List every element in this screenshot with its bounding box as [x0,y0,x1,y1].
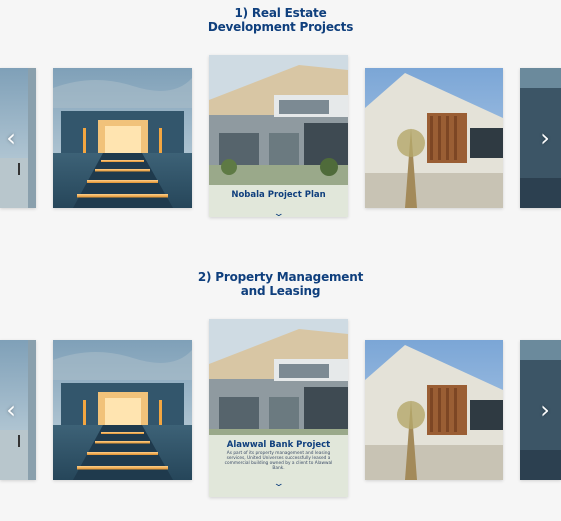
carousel-slide-active[interactable]: Nobala Project Plan ⌄ [209,55,348,217]
chevron-left-icon: ‹ [6,124,16,152]
slide-image [365,340,503,480]
slide-caption-description: As part of its property management and l… [224,451,333,471]
carousel-slide[interactable] [365,68,503,208]
chevron-right-icon: › [540,124,550,152]
carousel-prev-button[interactable]: ‹ [0,396,22,424]
carousel-next-button[interactable]: › [534,124,556,152]
carousel-slide[interactable] [53,340,192,480]
slide-image [53,340,192,480]
slide-caption-title: Nobala Project Plan [231,190,326,200]
carousel-slide[interactable] [53,68,192,208]
section-title-line2: Development Projects [207,19,354,34]
expand-caption-button[interactable]: ⌄ [209,201,348,218]
slide-image [365,68,503,208]
section-title-property-management: 2) Property Management and Leasing [0,270,561,298]
carousel-next-button[interactable]: › [534,396,556,424]
section-title-line2: and Leasing [240,283,321,298]
carousel-slide-active[interactable]: Alawwal Bank Project As part of its prop… [209,319,348,497]
slide-caption-title: Alawwal Bank Project [226,440,331,450]
carousel-slide[interactable] [365,340,503,480]
chevron-right-icon: › [540,396,550,424]
chevron-down-icon: ⌄ [272,209,285,218]
section-title-line1: 2) Property Management [197,270,364,284]
expand-caption-button[interactable]: ⌄ [209,471,348,490]
chevron-down-icon: ⌄ [272,479,285,489]
slide-caption: Nobala Project Plan ⌄ [209,185,348,217]
chevron-left-icon: ‹ [6,396,16,424]
carousel-prev-button[interactable]: ‹ [0,124,22,152]
section-title-real-estate: 1) Real Estate Development Projects [0,6,561,34]
slide-caption: Alawwal Bank Project As part of its prop… [209,435,348,497]
slide-image [53,68,192,208]
section-title-line1: 1) Real Estate [234,6,327,20]
